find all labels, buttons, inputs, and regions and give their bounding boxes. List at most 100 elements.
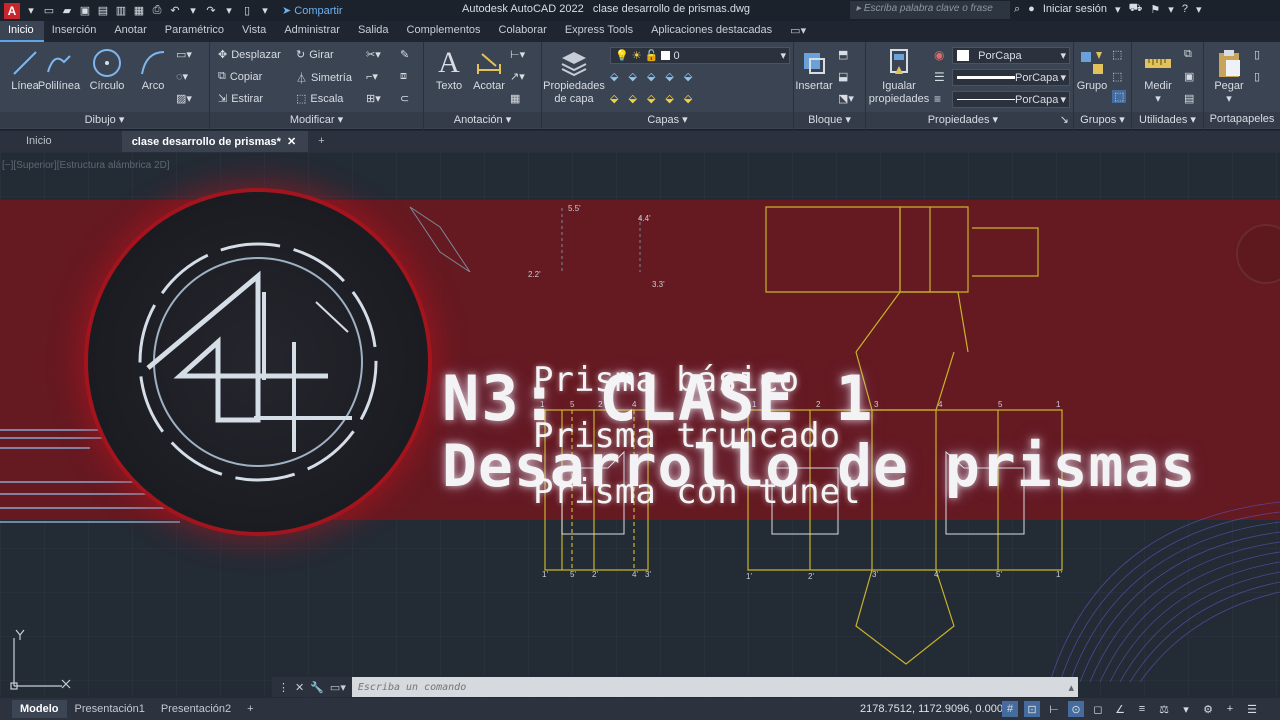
measure-button[interactable]: Medir ▾ — [1134, 46, 1182, 105]
osnap-toggle-icon[interactable]: ◻ — [1090, 701, 1106, 717]
account-icon[interactable]: ⚑ — [1150, 3, 1160, 16]
doc-tab-inicio[interactable]: Inicio — [0, 131, 122, 152]
leader-button[interactable]: ↗▾ — [510, 70, 525, 83]
quick-select-button[interactable]: ⧉ — [1184, 48, 1192, 61]
layer-thaw-icon[interactable]: ⬙ — [628, 92, 636, 105]
polyline-tool-button[interactable]: Polilínea — [34, 46, 84, 92]
tab-parametrico[interactable]: Paramétrico — [157, 21, 234, 42]
layer-walk-icon[interactable]: ⬙ — [684, 92, 692, 105]
rotate-button[interactable]: ↻ Girar — [296, 48, 334, 62]
new-tab-button[interactable]: + — [308, 131, 336, 152]
insert-block-button[interactable]: Insertar — [794, 46, 834, 92]
panel-title-grupos[interactable]: Grupos ▾ — [1074, 112, 1131, 128]
edit-block-button[interactable]: ⬓ — [838, 70, 848, 83]
dimension-tool-button[interactable]: Acotar — [464, 46, 514, 92]
scale-button[interactable]: ⬚ Escala — [296, 92, 343, 106]
grip-icon[interactable]: ⋮ — [278, 681, 289, 694]
layer-match-icon[interactable]: ⬙ — [684, 70, 692, 83]
viewport-controls[interactable]: [−][Superior][Estructura alámbrica 2D] — [2, 160, 170, 171]
share-button[interactable]: ➤ Compartir — [282, 4, 343, 17]
panel-title-dibujo[interactable]: Dibujo ▾ — [0, 112, 209, 128]
wrench-icon[interactable]: 🔧 — [310, 681, 324, 694]
tab-colaborar[interactable]: Colaborar — [491, 21, 557, 42]
close-icon[interactable]: ✕ — [295, 681, 304, 694]
color-wheel-icon[interactable]: ◉ — [934, 48, 944, 62]
user-icon[interactable]: ● — [1028, 3, 1035, 15]
rectangle-tool-button[interactable]: ▭▾ — [176, 48, 192, 61]
print-icon[interactable]: ⎙ — [150, 4, 164, 18]
layer-iso-icon[interactable]: ⬙ — [610, 70, 618, 83]
chevron-down-icon[interactable]: ▾ — [1196, 3, 1202, 16]
ribbon-toggle-icon[interactable]: ▭▾ — [782, 21, 816, 42]
add-layout-button[interactable]: + — [239, 700, 261, 718]
tab-inicio[interactable]: Inicio — [0, 21, 44, 42]
group-select-toggle[interactable]: ⬚ — [1112, 90, 1127, 103]
chevron-down-icon[interactable]: ▾ — [186, 4, 200, 18]
lineweight-toggle-icon[interactable]: ≡ — [1134, 701, 1150, 717]
chevron-down-icon[interactable]: ▾ — [258, 4, 272, 18]
plus-icon[interactable]: + — [1222, 701, 1238, 717]
otrack-toggle-icon[interactable]: ∠ — [1112, 701, 1128, 717]
layer-freeze-icon[interactable]: ⬙ — [647, 70, 655, 83]
snap-toggle-icon[interactable]: ⊡ — [1024, 701, 1040, 717]
table-button[interactable]: ▦ — [510, 92, 520, 105]
group-edit-button[interactable]: ⬚ — [1112, 70, 1122, 83]
chevron-down-icon[interactable]: ▾ — [222, 4, 236, 18]
gear-icon[interactable]: ⚙ — [1200, 701, 1216, 717]
chevron-down-icon[interactable]: ▾ — [1168, 3, 1174, 16]
chevron-down-icon[interactable]: ▾ — [1115, 3, 1121, 16]
web-save-icon[interactable]: ▦ — [132, 4, 146, 18]
create-block-button[interactable]: ⬒ — [838, 48, 848, 61]
save-icon[interactable]: ▣ — [78, 4, 92, 18]
copy-clip-button[interactable]: ▯ — [1254, 70, 1260, 83]
layer-prev-icon[interactable]: ⬙ — [665, 92, 673, 105]
tab-anotar[interactable]: Anotar — [106, 21, 156, 42]
layer-on-icon[interactable]: ⬙ — [610, 92, 618, 105]
circle-tool-button[interactable]: Círculo — [82, 46, 132, 92]
layer-properties-button[interactable]: Propiedades de capa — [542, 46, 606, 106]
linetype-icon[interactable]: ≡ — [934, 92, 941, 106]
help-icon[interactable]: ? — [1182, 3, 1188, 15]
ortho-toggle-icon[interactable]: ⊢ — [1046, 701, 1062, 717]
offset-button[interactable]: ⊂ — [400, 92, 409, 105]
open-folder-icon[interactable]: ▰ — [60, 4, 74, 18]
drawing-canvas[interactable]: 1 5 2 4 3 1' 5' 2' 4' 3' 1 2 3 4 5 1 1' … — [0, 152, 1280, 698]
layout-tab-presentacion1[interactable]: Presentación1 — [67, 700, 153, 718]
calculator-button[interactable]: ▤ — [1184, 92, 1194, 105]
undo-icon[interactable]: ↶ — [168, 4, 182, 18]
panel-title-propiedades[interactable]: Propiedades ▾ ↘ — [866, 112, 1073, 128]
panel-title-capas[interactable]: Capas ▾ — [542, 112, 793, 128]
array-button[interactable]: ⊞▾ — [366, 92, 381, 105]
tab-insercion[interactable]: Inserción — [44, 21, 107, 42]
mirror-button[interactable]: ⏃ Simetría — [296, 70, 352, 86]
command-history-icon[interactable]: ▭▾ — [330, 681, 346, 694]
ungroup-button[interactable]: ⬚ — [1112, 48, 1122, 61]
search-icon[interactable]: ⌕ — [1014, 3, 1020, 16]
chevron-up-icon[interactable]: ▴ — [1068, 681, 1078, 694]
cut-button[interactable]: ▯ — [1254, 48, 1260, 61]
select-all-button[interactable]: ▣ — [1184, 70, 1194, 83]
explode-button[interactable]: ⧈ — [400, 70, 407, 83]
arc-tool-button[interactable]: Arco — [128, 46, 178, 92]
layer-off-icon[interactable]: ⬙ — [628, 70, 636, 83]
layout-tab-model[interactable]: Modelo — [12, 700, 67, 718]
lineweight-dropdown[interactable]: PorCapa ▾ — [952, 69, 1070, 86]
group-button[interactable]: Grupo — [1074, 46, 1110, 92]
hatch-tool-button[interactable]: ◌▾ — [176, 70, 188, 83]
layer-lock-icon[interactable]: ⬙ — [665, 70, 673, 83]
fillet-button[interactable]: ⌐▾ — [366, 70, 378, 83]
paste-button[interactable]: Pegar ▾ — [1206, 46, 1252, 105]
match-properties-button[interactable]: Igualar propiedades — [866, 46, 932, 106]
coordinates-readout[interactable]: 2178.7512, 1172.9096, 0.0000 — [860, 703, 1009, 715]
web-open-icon[interactable]: ▥ — [114, 4, 128, 18]
panel-title-bloque[interactable]: Bloque ▾ — [794, 112, 865, 128]
color-dropdown[interactable]: PorCapa ▾ — [952, 47, 1070, 64]
cart-icon[interactable]: ⛟ — [1129, 2, 1143, 16]
close-icon[interactable]: ✕ — [287, 136, 296, 148]
layer-dropdown[interactable]: 💡 ☀ 🔓 0 ▾ — [610, 47, 790, 64]
dialog-launcher-icon[interactable]: ↘ — [1060, 113, 1073, 126]
tab-vista[interactable]: Vista — [234, 21, 276, 42]
tab-administrar[interactable]: Administrar — [276, 21, 350, 42]
save-as-icon[interactable]: ▤ — [96, 4, 110, 18]
chevron-down-icon[interactable]: ▾ — [1178, 701, 1194, 717]
